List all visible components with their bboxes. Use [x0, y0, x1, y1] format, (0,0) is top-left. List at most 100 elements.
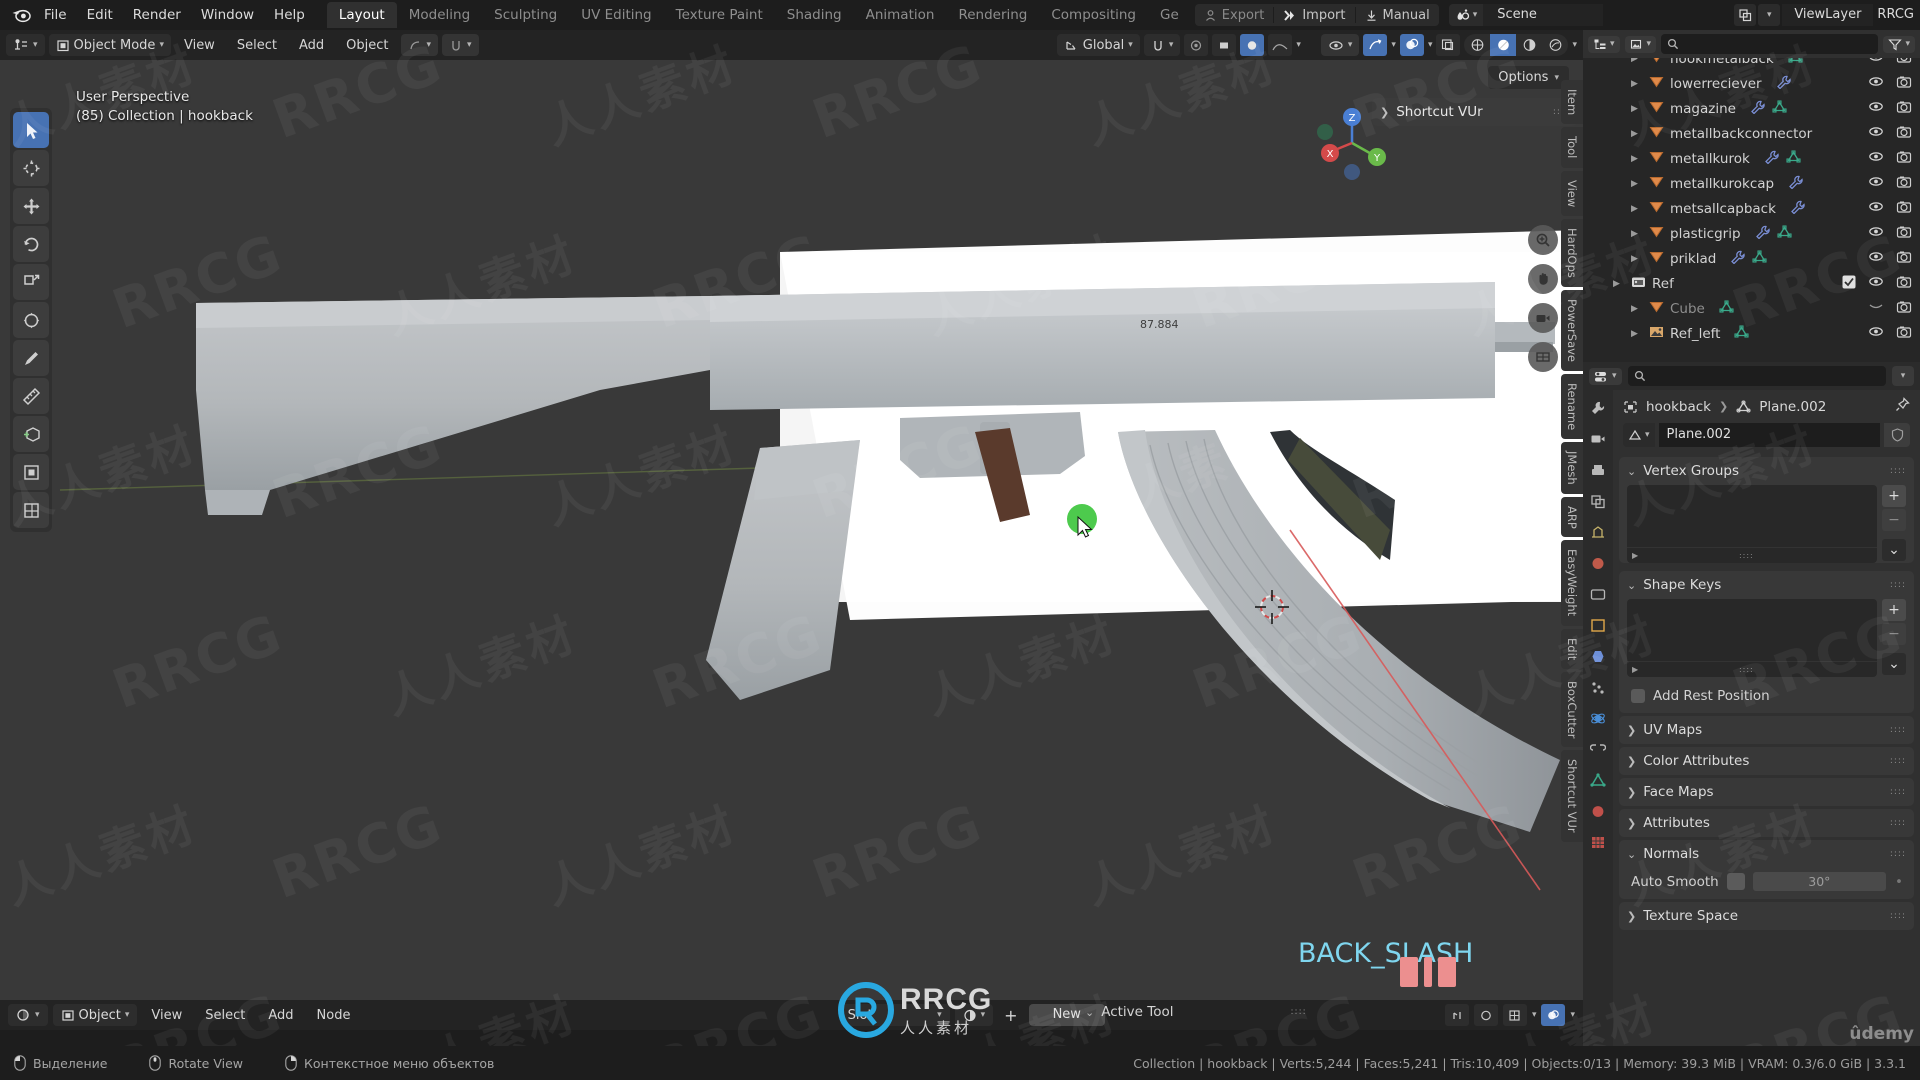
scene-name-field[interactable]: Scene [1483, 4, 1604, 26]
disable-in-render-icon[interactable] [1896, 150, 1912, 168]
auto-smooth-angle-value[interactable]: 30° [1752, 872, 1886, 891]
tab-modeling[interactable]: Modeling [397, 2, 482, 28]
chevron-down-icon[interactable]: ▾ [1572, 40, 1577, 50]
outliner-row[interactable]: ▶ magazine [1583, 96, 1920, 121]
sidetab-hardops[interactable]: HardOps [1561, 218, 1583, 287]
chevron-down-icon[interactable]: ▾ [1758, 4, 1781, 26]
viewport-options-button[interactable]: Options ▾ [1488, 66, 1569, 89]
camera-view-button[interactable] [1528, 303, 1558, 333]
modifier-icon[interactable] [1730, 250, 1746, 268]
sidetab-powersave[interactable]: PowerSave [1561, 289, 1583, 371]
tab-uv-editing[interactable]: UV Editing [569, 2, 663, 28]
tab-shading[interactable]: Shading [775, 2, 854, 28]
sidetab-shortcut-vur[interactable]: Shortcut VUr [1561, 750, 1583, 842]
tab-object-icon[interactable] [1587, 615, 1609, 635]
vertex-groups-list[interactable]: ▶ :::: + − ⌄ [1627, 485, 1906, 563]
outliner-filter-button[interactable]: ▾ [1883, 35, 1915, 53]
object-data-name-field[interactable]: ▾ Plane.002 [1623, 423, 1910, 447]
outliner-row[interactable]: ▶ metallkurokcap [1583, 171, 1920, 196]
shader-menu-add[interactable]: Add [259, 1004, 302, 1026]
outliner-row[interactable]: ▶ priklad [1583, 246, 1920, 271]
tab-texture-paint[interactable]: Texture Paint [664, 2, 775, 28]
outliner-row[interactable]: ▶ Cube [1583, 296, 1920, 321]
mesh-data-icon[interactable] [1719, 299, 1734, 318]
outliner-row[interactable]: ▶ hookmetalback [1583, 58, 1920, 71]
shader-editor-type-selector[interactable]: ▾ [8, 1004, 48, 1026]
hide-in-viewport-icon[interactable] [1868, 175, 1884, 192]
menu-help[interactable]: Help [264, 4, 315, 26]
tool-add-cube[interactable] [13, 416, 49, 452]
outliner-item-label[interactable]: priklad [1670, 251, 1716, 267]
scene-icon[interactable]: ▾ [1448, 4, 1484, 26]
mesh-data-icon[interactable] [1786, 149, 1801, 168]
panel-header-vertex-groups[interactable]: ⌄ Vertex Groups :::: [1619, 457, 1914, 485]
viewport-menu-select[interactable]: Select [228, 34, 286, 56]
disable-in-render-icon[interactable] [1896, 250, 1912, 268]
transform-orientation-selector[interactable]: Global ▾ [1056, 34, 1140, 56]
data-block-dropdown[interactable]: ▾ [1623, 423, 1655, 447]
tab-compositing[interactable]: Compositing [1039, 2, 1148, 28]
tab-world-icon[interactable] [1587, 553, 1609, 573]
properties-editor-type[interactable]: ▾ [1589, 367, 1622, 385]
node-snap-grid-icon[interactable] [1502, 1004, 1527, 1026]
node-overlay-toggle[interactable] [1541, 1004, 1566, 1026]
disable-in-render-icon[interactable] [1896, 225, 1912, 243]
chevron-down-icon[interactable]: ▾ [1570, 1010, 1575, 1020]
mesh-data-icon[interactable] [1772, 99, 1787, 118]
breadcrumb-data[interactable]: Plane.002 [1759, 399, 1826, 415]
outliner-row[interactable]: ▶ metallbackconnector [1583, 121, 1920, 146]
material-preview-shading-button[interactable] [1516, 34, 1542, 56]
hide-in-viewport-icon[interactable] [1868, 325, 1884, 342]
hide-in-viewport-icon[interactable] [1868, 100, 1884, 117]
fake-user-icon[interactable] [1884, 423, 1910, 447]
hide-in-viewport-icon[interactable] [1868, 58, 1884, 67]
menu-file[interactable]: File [34, 4, 77, 26]
tab-rendering[interactable]: Rendering [946, 2, 1039, 28]
outliner-item-label[interactable]: metallkurok [1670, 151, 1750, 167]
proportional-editing-icon[interactable] [1184, 34, 1209, 56]
xray-toggle[interactable] [1240, 34, 1265, 56]
shader-type-selector[interactable]: Object ▾ [52, 1004, 138, 1026]
disable-in-render-icon[interactable] [1896, 100, 1912, 118]
tool-annotate[interactable] [13, 340, 49, 376]
properties-options-button[interactable]: ▾ [1892, 366, 1914, 386]
outliner-item-label[interactable]: Ref_left [1670, 326, 1720, 342]
panel-header-color-attributes[interactable]: ❯ Color Attributes :::: [1619, 747, 1914, 775]
tab-tool-icon[interactable] [1587, 398, 1609, 418]
data-name-input[interactable]: Plane.002 [1658, 423, 1880, 447]
panel-header-attributes[interactable]: ❯ Attributes :::: [1619, 809, 1914, 837]
menu-render[interactable]: Render [123, 4, 191, 26]
add-shape-key-button[interactable]: + [1882, 599, 1906, 621]
sidetab-easyweight[interactable]: EasyWeight [1561, 540, 1583, 626]
hide-in-viewport-icon[interactable] [1868, 275, 1884, 292]
shader-menu-select[interactable]: Select [196, 1004, 254, 1026]
add-vertex-group-button[interactable]: + [1882, 485, 1906, 507]
proportional-edit-toggle[interactable]: ▾ [401, 34, 438, 56]
expand-arrow-icon[interactable]: ▶ [1631, 304, 1643, 314]
tab-scene-icon[interactable] [1587, 522, 1609, 542]
hide-in-viewport-icon[interactable] [1868, 150, 1884, 167]
expand-arrow-icon[interactable]: ▶ [1631, 329, 1643, 339]
sidetab-item[interactable]: Item [1561, 80, 1583, 125]
expand-arrow-icon[interactable]: ▶ [1631, 204, 1643, 214]
animate-property-icon[interactable]: • [1894, 874, 1904, 890]
panel-header-shape-keys[interactable]: ⌄ Shape Keys :::: [1619, 571, 1914, 599]
outliner-search-input[interactable] [1661, 34, 1879, 54]
expand-arrow-icon[interactable]: ▶ [1631, 104, 1643, 114]
shader-menu-node[interactable]: Node [308, 1004, 360, 1026]
chevron-down-icon[interactable]: ▾ [1296, 40, 1301, 50]
outliner-item-label[interactable]: metsallcapback [1670, 201, 1776, 217]
outliner-rows[interactable]: ▶ hookmetalback ▶ lowerreciever ▶ magazine ▶ me… [1583, 58, 1920, 362]
outliner-item-label[interactable]: lowerreciever [1670, 76, 1762, 92]
expand-arrow-icon[interactable]: ▶ [1613, 279, 1625, 289]
outliner-editor[interactable]: ▾ ▾ ▾ ▶ hookmetalback ▶ lowerreciever ▶ magaz… [1583, 30, 1920, 362]
mesh-data-icon[interactable] [1734, 324, 1750, 343]
sidetab-edit[interactable]: Edit [1561, 628, 1583, 669]
tab-geometry-nodes[interactable]: Ge [1148, 2, 1191, 28]
tab-animation[interactable]: Animation [854, 2, 947, 28]
tab-texture-icon[interactable] [1587, 832, 1609, 852]
remove-shape-key-button[interactable]: − [1882, 623, 1906, 645]
shader-menu-view[interactable]: View [142, 1004, 191, 1026]
tab-modifier-icon[interactable] [1587, 646, 1609, 666]
sidetab-jmesh[interactable]: JMesh [1561, 441, 1583, 494]
